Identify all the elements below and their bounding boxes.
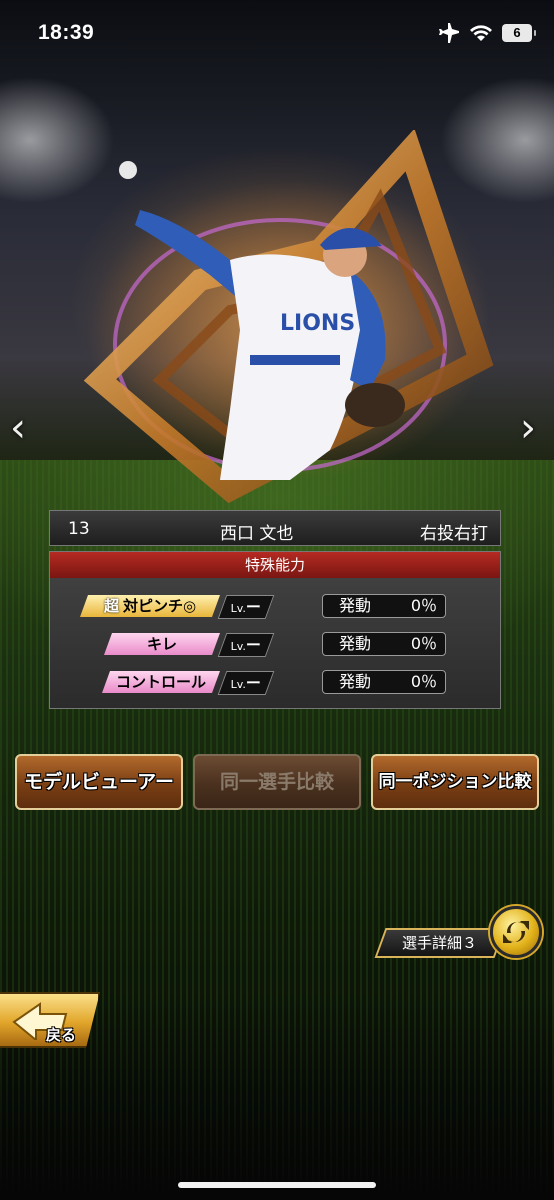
throw-bat-type: 右投右打 — [420, 524, 488, 544]
status-icons: 6 — [438, 22, 536, 44]
status-bar: 18:39 6 — [0, 0, 554, 64]
player-name-bar: 13 西口 文也 右投右打 — [49, 510, 501, 546]
ability-level: Lv.ー — [217, 671, 275, 695]
prev-card-arrow[interactable]: ‹ — [10, 405, 26, 451]
player-card-art: LIONS — [83, 130, 494, 504]
back-label: 戻る — [46, 1026, 77, 1044]
baseball — [119, 161, 137, 179]
battery-icon: 6 — [502, 24, 536, 42]
player-name: 西口 文也 — [220, 524, 294, 544]
trigger-rate: 発動 0％ — [322, 632, 446, 656]
wifi-icon — [470, 25, 492, 41]
ability-row[interactable]: コントロール Lv.ー 発動 0％ — [50, 668, 502, 696]
ability-name: コントロール — [115, 673, 206, 691]
ability-label: 超対ピンチ◎ — [79, 595, 221, 617]
ability-level: Lv.ー — [217, 595, 275, 619]
same-position-compare-button[interactable]: 同一ポジション比較 — [371, 754, 539, 810]
same-player-compare-button[interactable]: 同一選手比較 — [193, 754, 361, 810]
ability-label: キレ — [103, 633, 221, 655]
svg-text:LIONS: LIONS — [280, 311, 355, 336]
glove — [345, 383, 405, 427]
ability-name: キレ — [146, 635, 177, 653]
ability-level: Lv.ー — [217, 633, 275, 657]
ability-row[interactable]: キレ Lv.ー 発動 0％ — [50, 630, 502, 658]
trigger-rate: 発動 0％ — [322, 670, 446, 694]
uniform-number: 13 — [68, 519, 90, 539]
model-viewer-button[interactable]: モデルビューアー — [15, 754, 183, 810]
ability-name: 対ピンチ◎ — [122, 597, 197, 615]
special-abilities-panel: 特殊能力 超対ピンチ◎ Lv.ー 発動 0％ キレ Lv.ー 発動 0％ コントロー… — [49, 551, 501, 709]
next-card-arrow[interactable]: › — [520, 405, 536, 451]
airplane-icon — [439, 23, 459, 43]
panel-header: 特殊能力 — [50, 552, 500, 578]
player-detail-tab[interactable]: 選手詳細３ — [374, 928, 506, 958]
ability-row[interactable]: 超対ピンチ◎ Lv.ー 発動 0％ — [50, 592, 502, 620]
home-indicator[interactable] — [178, 1182, 376, 1188]
super-badge: 超 — [103, 597, 119, 615]
trigger-rate: 発動 0％ — [322, 594, 446, 618]
status-time: 18:39 — [38, 21, 95, 44]
ability-label: コントロール — [101, 671, 221, 693]
cycle-icon[interactable] — [490, 906, 542, 958]
